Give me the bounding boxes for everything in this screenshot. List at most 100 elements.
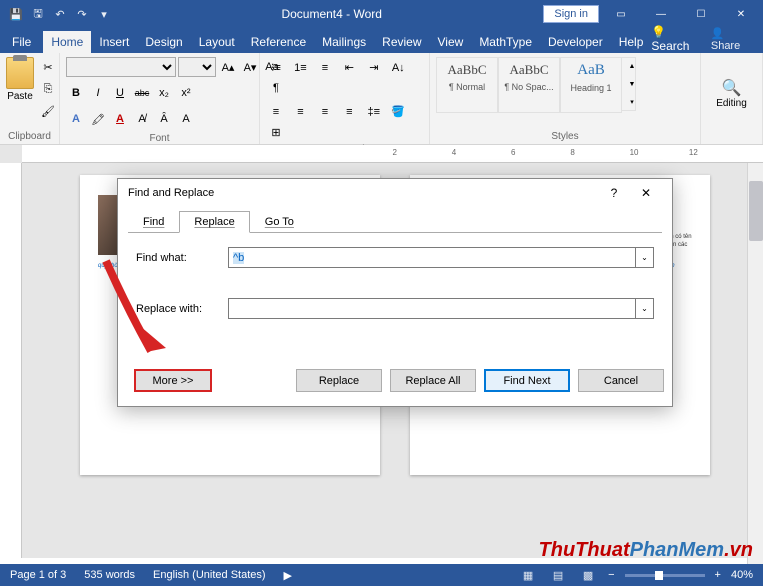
horizontal-ruler[interactable]: 2 4 6 8 10 12	[22, 145, 763, 163]
replace-button[interactable]: Replace	[296, 369, 382, 392]
styles-expand-icon[interactable]: ▾	[622, 94, 642, 110]
zoom-out-icon[interactable]: −	[608, 569, 614, 581]
dialog-titlebar[interactable]: Find and Replace ? ✕	[118, 179, 672, 207]
tab-home[interactable]: Home	[43, 31, 91, 53]
replace-with-dropdown-icon[interactable]: ⌄	[636, 298, 654, 319]
bold-button[interactable]: B	[66, 83, 86, 103]
numbering-icon[interactable]: 1≡	[290, 58, 310, 78]
zoom-in-icon[interactable]: +	[715, 569, 721, 581]
tab-file[interactable]: File	[0, 31, 43, 53]
dialog-help-icon[interactable]: ?	[598, 186, 630, 200]
styles-scroll-down-icon[interactable]: ▼	[622, 76, 642, 92]
tab-references[interactable]: Reference	[243, 31, 314, 53]
font-size-select[interactable]	[178, 57, 216, 77]
justify-icon[interactable]: ≡	[339, 102, 359, 122]
align-center-icon[interactable]: ≡	[290, 102, 310, 122]
close-icon[interactable]: ✕	[723, 0, 759, 28]
style-heading1[interactable]: AaB Heading 1	[560, 57, 622, 113]
find-replace-dialog: Find and Replace ? ✕ Find Replace Go To …	[117, 178, 673, 407]
superscript-button[interactable]: x²	[176, 83, 196, 103]
tab-developer[interactable]: Developer	[540, 31, 611, 53]
tab-mathtype[interactable]: MathType	[471, 31, 540, 53]
find-what-input[interactable]: ^b	[228, 247, 636, 268]
align-right-icon[interactable]: ≡	[315, 102, 335, 122]
print-layout-icon[interactable]: ▤	[548, 567, 568, 583]
paste-button[interactable]: Paste	[6, 57, 34, 102]
tab-mailings[interactable]: Mailings	[314, 31, 374, 53]
dialog-close-icon[interactable]: ✕	[630, 186, 662, 200]
format-painter-icon[interactable]: 🖌	[38, 101, 58, 121]
italic-button[interactable]: I	[88, 83, 108, 103]
text-effects-icon[interactable]: A	[66, 109, 86, 129]
style-normal[interactable]: AaBbC ¶ Normal	[436, 57, 498, 113]
phonetic-guide-icon[interactable]: Ȃ	[154, 109, 174, 129]
zoom-slider[interactable]	[625, 574, 705, 577]
multilevel-icon[interactable]: ≡	[315, 58, 335, 78]
tab-replace[interactable]: Replace	[179, 211, 249, 233]
save-icon[interactable]: 🖫	[30, 6, 46, 22]
find-next-button[interactable]: Find Next	[484, 369, 570, 392]
decrease-indent-icon[interactable]: ⇤	[339, 57, 359, 77]
replace-all-button[interactable]: Replace All	[390, 369, 476, 392]
replace-with-input[interactable]	[228, 298, 636, 319]
grow-font-icon[interactable]: A▴	[218, 57, 238, 77]
group-paragraph: ⁝≡ 1≡ ≡ ⇤ ⇥ A↓ ¶ ≡ ≡ ≡ ≡ ‡≡ 🪣 ⊞ Paragrap…	[260, 53, 430, 144]
styles-scroll-up-icon[interactable]: ▲	[622, 58, 642, 74]
read-mode-icon[interactable]: ▦	[518, 567, 538, 583]
ribbon-tabs: File Home Insert Design Layout Reference…	[0, 28, 763, 53]
tab-review[interactable]: Review	[374, 31, 429, 53]
ribbon-display-icon[interactable]: ▭	[603, 0, 639, 28]
tab-view[interactable]: View	[430, 31, 472, 53]
tab-goto[interactable]: Go To	[250, 211, 309, 233]
underline-button[interactable]: U	[110, 83, 130, 103]
increase-indent-icon[interactable]: ⇥	[364, 57, 384, 77]
zoom-level[interactable]: 40%	[731, 569, 753, 581]
page-count[interactable]: Page 1 of 3	[10, 569, 66, 581]
copy-icon[interactable]: ⎘	[38, 79, 58, 99]
macro-icon[interactable]: ▶	[284, 569, 292, 582]
font-color-icon[interactable]: A	[110, 109, 130, 129]
tell-me-search[interactable]: 💡 Search	[651, 25, 702, 53]
character-border-icon[interactable]: A	[176, 109, 196, 129]
word-count[interactable]: 535 words	[84, 569, 135, 581]
style-no-spacing[interactable]: AaBbC ¶ No Spac...	[498, 57, 560, 113]
language[interactable]: English (United States)	[153, 569, 266, 581]
undo-icon[interactable]: ↶	[52, 6, 68, 22]
line-spacing-icon[interactable]: ‡≡	[364, 102, 384, 122]
cut-icon[interactable]: ✂	[38, 57, 58, 77]
font-family-select[interactable]	[66, 57, 176, 77]
autosave-icon[interactable]: 💾	[8, 6, 24, 22]
bullets-icon[interactable]: ⁝≡	[266, 57, 286, 77]
sort-icon[interactable]: A↓	[388, 58, 408, 78]
find-what-dropdown-icon[interactable]: ⌄	[636, 247, 654, 268]
tab-design[interactable]: Design	[137, 31, 190, 53]
signin-button[interactable]: Sign in	[543, 5, 599, 23]
vertical-ruler[interactable]	[0, 163, 22, 558]
clear-formatting-icon[interactable]: A̸	[132, 109, 152, 129]
group-label: Clipboard	[6, 129, 53, 142]
tab-insert[interactable]: Insert	[91, 31, 137, 53]
web-layout-icon[interactable]: ▩	[578, 567, 598, 583]
minimize-icon[interactable]: —	[643, 0, 679, 28]
show-marks-icon[interactable]: ¶	[266, 78, 286, 98]
shrink-font-icon[interactable]: A▾	[240, 57, 260, 77]
highlight-icon[interactable]: 🖍	[88, 109, 108, 129]
qat-more-icon[interactable]: ▾	[96, 6, 112, 22]
borders-icon[interactable]: ⊞	[266, 122, 286, 142]
tab-help[interactable]: Help	[611, 31, 652, 53]
maximize-icon[interactable]: ☐	[683, 0, 719, 28]
subscript-button[interactable]: x₂	[154, 83, 174, 103]
replace-with-label: Replace with:	[136, 303, 228, 315]
redo-icon[interactable]: ↷	[74, 6, 90, 22]
more-button[interactable]: More >>	[134, 369, 212, 392]
align-left-icon[interactable]: ≡	[266, 102, 286, 122]
tab-find[interactable]: Find	[128, 211, 179, 233]
share-button[interactable]: 👤 Share	[711, 27, 753, 52]
shading-icon[interactable]: 🪣	[388, 102, 408, 122]
vertical-scrollbar[interactable]	[747, 163, 763, 564]
editing-button[interactable]: 🔍 Editing	[716, 78, 747, 109]
strikethrough-button[interactable]: abc	[132, 83, 152, 103]
tab-layout[interactable]: Layout	[191, 31, 243, 53]
cancel-button[interactable]: Cancel	[578, 369, 664, 392]
group-clipboard: Paste ✂ ⎘ 🖌 Clipboard	[0, 53, 60, 144]
